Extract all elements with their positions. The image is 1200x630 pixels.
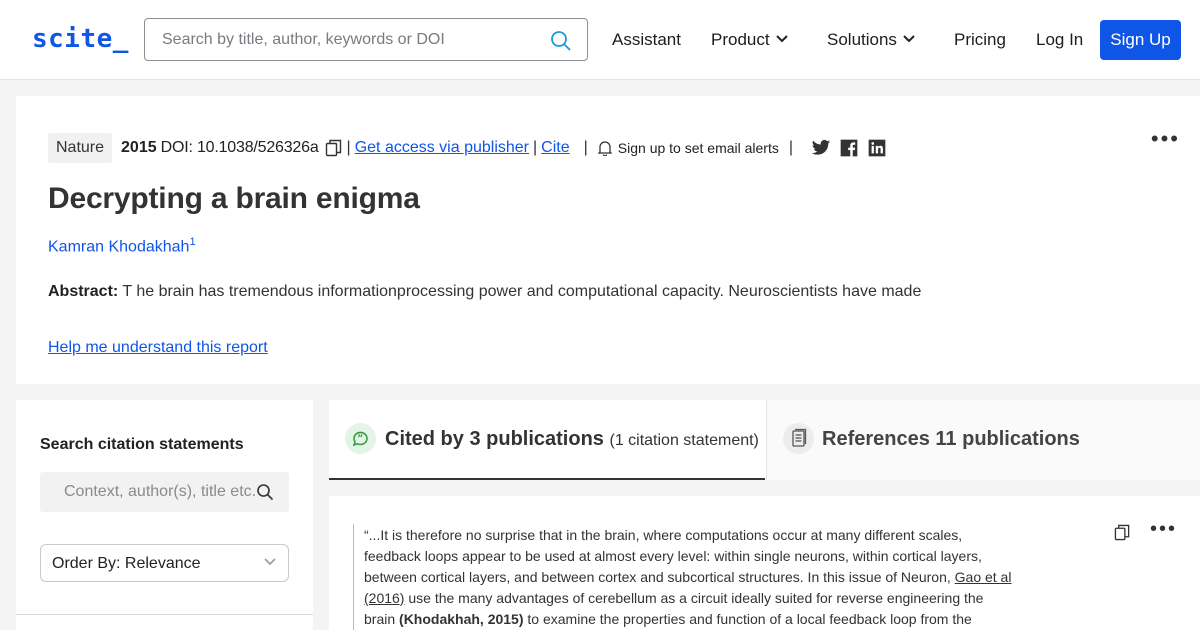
paper-doi: DOI: 10.1038/526326a [160, 139, 319, 156]
nav-solutions[interactable]: Solutions [827, 30, 915, 50]
citation-text-part1: “...It is therefore no surprise that in … [364, 527, 982, 585]
nav-assistant[interactable]: Assistant [612, 30, 681, 50]
abstract: Abstract: T he brain has tremendous info… [48, 283, 921, 301]
references-icon [783, 423, 814, 454]
author-affiliation: 1 [189, 236, 196, 248]
citation-statement-count: (1 citation statement) [609, 432, 759, 449]
divider [16, 614, 313, 615]
citation-search-box[interactable] [40, 472, 289, 512]
quote-bar [353, 524, 354, 630]
search-icon[interactable] [549, 29, 573, 53]
citation-tabs: ” Cited by 3 publications (1 citation st… [329, 400, 1200, 480]
separator: | [583, 139, 588, 156]
copy-icon[interactable] [1114, 524, 1131, 541]
sidebar-heading: Search citation statements [40, 436, 244, 453]
citation-statement-card: “...It is therefore no surprise that in … [329, 496, 1200, 630]
citation-self-ref: (Khodakhah, 2015) [399, 611, 524, 627]
help-understand-link[interactable]: Help me understand this report [48, 339, 268, 357]
logo[interactable]: scite_ [32, 24, 129, 54]
separator: | [346, 139, 351, 156]
nav-product[interactable]: Product [711, 30, 788, 50]
order-by-select[interactable]: Order By: Relevance [40, 544, 289, 582]
paper-year: 2015 [121, 139, 157, 156]
search-icon[interactable] [256, 483, 274, 501]
cited-by-count: Cited by 3 publications [385, 428, 604, 450]
more-options-icon[interactable]: ••• [1151, 126, 1180, 152]
get-access-link[interactable]: Get access via publisher [355, 139, 529, 157]
paper-title: Decrypting a brain enigma [48, 182, 420, 215]
copy-icon[interactable] [325, 139, 343, 157]
top-nav: scite_ Assistant Product Solutions Prici… [0, 0, 1200, 80]
nav-solutions-label: Solutions [827, 30, 897, 49]
author-link[interactable]: Kamran Khodakhah1 [48, 236, 196, 256]
email-alert-link[interactable]: Sign up to set email alerts [597, 140, 779, 156]
author-name: Kamran Khodakhah [48, 238, 190, 256]
more-options-icon[interactable]: ••• [1150, 518, 1177, 541]
citation-text: “...It is therefore no surprise that in … [364, 525, 1014, 630]
citation-search-input[interactable] [40, 472, 255, 512]
citation-sidebar: Search citation statements Order By: Rel… [16, 400, 313, 630]
facebook-icon[interactable] [839, 138, 859, 158]
abstract-label: Abstract: [48, 283, 119, 300]
signup-button[interactable]: Sign Up [1100, 20, 1181, 60]
nav-product-label: Product [711, 30, 770, 49]
linkedin-icon[interactable] [867, 138, 887, 158]
journal-badge[interactable]: Nature [48, 133, 113, 163]
order-by-label: Order By: Relevance [52, 555, 201, 572]
chevron-down-icon [903, 35, 915, 43]
search-box[interactable] [144, 18, 588, 61]
tab-references-label: References 11 publications [822, 428, 1080, 450]
paper-meta: Nature 2015 DOI: 10.1038/526326a | Get a… [48, 132, 887, 164]
cite-link[interactable]: Cite [541, 139, 569, 157]
separator: | [788, 139, 794, 156]
search-input[interactable] [145, 19, 540, 60]
bell-icon [597, 141, 612, 156]
tab-references[interactable]: References 11 publications [766, 400, 1200, 480]
chevron-down-icon [775, 35, 788, 43]
paper-header: Nature 2015 DOI: 10.1038/526326a | Get a… [16, 96, 1200, 384]
svg-text:”: ” [357, 434, 363, 444]
twitter-icon[interactable] [811, 138, 831, 158]
cited-icon: ” [345, 423, 376, 454]
citation-text-part3: to examine the properties and function o… [527, 611, 972, 627]
nav-login[interactable]: Log In [1036, 30, 1083, 50]
separator: | [533, 139, 538, 156]
chevron-down-icon [264, 558, 276, 566]
abstract-text: T he brain has tremendous informationpro… [118, 283, 922, 300]
tab-cited-by-label: Cited by 3 publications (1 citation stat… [385, 428, 759, 451]
tab-cited-by[interactable]: ” Cited by 3 publications (1 citation st… [329, 400, 765, 480]
nav-pricing[interactable]: Pricing [954, 30, 1006, 50]
email-alert-label: Sign up to set email alerts [617, 140, 779, 156]
